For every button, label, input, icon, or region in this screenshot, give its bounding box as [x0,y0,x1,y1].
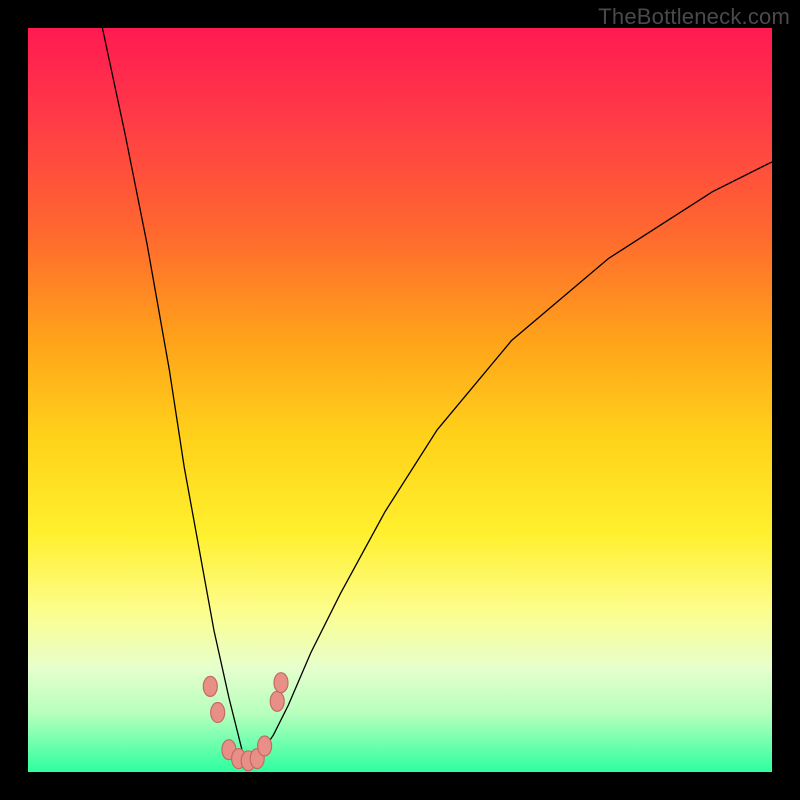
marker-group [203,673,288,771]
watermark-text: TheBottleneck.com [598,4,790,30]
highlight-marker [203,676,217,696]
chart-frame [28,28,772,772]
bottleneck-curve [102,28,772,757]
highlight-marker [270,691,284,711]
chart-svg [28,28,772,772]
highlight-marker [258,736,272,756]
highlight-marker [211,703,225,723]
highlight-marker [274,673,288,693]
